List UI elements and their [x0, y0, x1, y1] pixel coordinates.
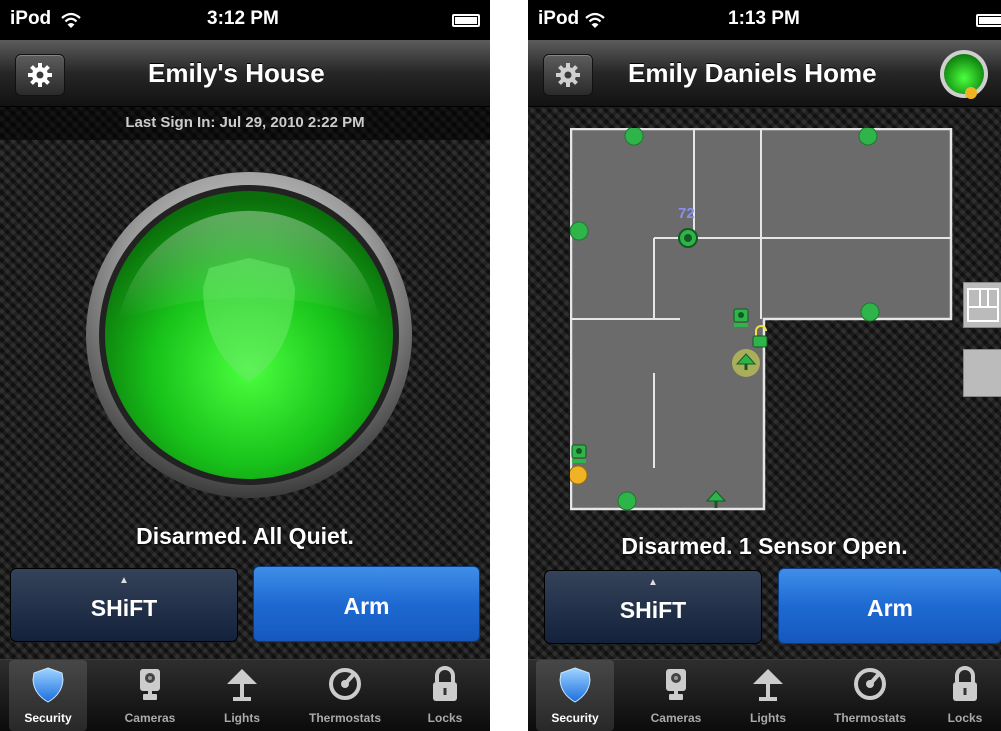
gear-icon [556, 63, 580, 87]
tab-label: Locks [947, 711, 983, 725]
zoom-view-button[interactable] [963, 349, 1001, 397]
tab-bar: Security Cameras Lights Thermostats Lock… [0, 659, 490, 731]
tab-bar: Security Cameras Lights Thermostats Lock… [528, 659, 1001, 731]
nav-bar: Emily Daniels Home [528, 40, 1001, 107]
tab-label: Security [551, 711, 599, 725]
open-sensor-icon[interactable] [570, 465, 588, 485]
shift-button[interactable]: ▲ SHiFT [10, 568, 238, 642]
thermostat-icon [329, 668, 361, 700]
camera-icon[interactable] [733, 308, 749, 327]
shift-button[interactable]: ▲ SHiFT [544, 570, 762, 644]
shield-icon [32, 667, 64, 703]
battery-icon [976, 14, 1001, 27]
security-status-button[interactable] [84, 170, 414, 500]
tab-label: Locks [427, 711, 463, 725]
camera-icon [140, 669, 160, 700]
left-phone-screen: iPod 3:12 PM Emily's House Last Sign In:… [0, 0, 490, 731]
right-phone-screen: iPod 1:13 PM Emily Daniels Home 72 Disar… [528, 0, 1001, 731]
status-bar: iPod 1:13 PM [528, 0, 1001, 40]
floor-plan-view-button[interactable] [963, 282, 1001, 328]
tab-thermostats[interactable]: Thermostats [816, 660, 924, 731]
wifi-icon [61, 12, 81, 28]
tab-lights[interactable]: Lights [730, 660, 806, 731]
status-time: 3:12 PM [207, 8, 279, 29]
sensor-icon[interactable] [617, 491, 637, 511]
carrier-label: iPod [538, 8, 580, 29]
nav-bar: Emily's House [0, 40, 490, 107]
temperature-label: 72 [678, 205, 695, 222]
page-title: Emily Daniels Home [628, 58, 877, 88]
tab-label: Lights [224, 711, 260, 725]
sensor-icon[interactable] [858, 128, 878, 146]
shift-label: SHiFT [90, 595, 158, 621]
tab-lights[interactable]: Lights [204, 660, 280, 731]
settings-button[interactable] [15, 54, 65, 96]
sensor-icon[interactable] [624, 128, 644, 146]
tab-label: Cameras [650, 711, 702, 725]
tab-thermostats[interactable]: Thermostats [290, 660, 400, 731]
tab-locks[interactable]: Locks [412, 660, 478, 731]
thermostat-icon[interactable] [678, 228, 698, 248]
battery-icon [452, 14, 480, 27]
tab-security[interactable]: Security [9, 660, 87, 731]
arm-button[interactable]: Arm [253, 566, 480, 642]
lamp-icon[interactable] [732, 349, 760, 377]
tab-security[interactable]: Security [536, 660, 614, 731]
tab-label: Lights [750, 711, 786, 725]
alert-dot-icon [965, 87, 977, 99]
gear-icon [28, 63, 52, 87]
lock-icon [433, 666, 457, 701]
sensor-icon[interactable] [570, 221, 589, 241]
caret-up-icon: ▲ [119, 575, 129, 586]
shift-label: SHiFT [619, 597, 687, 623]
tab-label: Security [24, 711, 72, 725]
status-bar: iPod 3:12 PM [0, 0, 490, 40]
last-sign-in-text: Last Sign In: Jul 29, 2010 2:22 PM [0, 106, 490, 140]
tab-cameras[interactable]: Cameras [110, 660, 190, 731]
arm-label: Arm [866, 595, 913, 621]
sensor-icon[interactable] [860, 302, 880, 322]
shield-icon [559, 667, 591, 703]
lamp-icon [753, 669, 783, 701]
tab-label: Thermostats [308, 711, 382, 725]
page-title: Emily's House [148, 58, 325, 88]
camera-icon [666, 669, 686, 700]
tab-cameras[interactable]: Cameras [636, 660, 716, 731]
status-message: Disarmed. All Quiet. [136, 523, 354, 549]
tab-label: Thermostats [833, 711, 907, 725]
arm-label: Arm [343, 593, 390, 619]
wifi-icon [585, 12, 605, 28]
status-message: Disarmed. 1 Sensor Open. [621, 533, 908, 559]
floor-plan-icon [967, 288, 999, 322]
thermostat-icon [854, 668, 886, 700]
status-time: 1:13 PM [728, 8, 800, 29]
caret-up-icon: ▲ [648, 577, 658, 588]
lock-icon [953, 666, 977, 701]
floor-plan-map[interactable] [570, 128, 953, 513]
arm-button[interactable]: Arm [778, 568, 1001, 644]
tab-locks[interactable]: Locks [932, 660, 998, 731]
tab-label: Cameras [124, 711, 176, 725]
camera-icon[interactable] [571, 444, 587, 463]
settings-button[interactable] [543, 54, 593, 96]
carrier-label: iPod [10, 8, 52, 29]
lamp-icon [227, 669, 257, 701]
status-indicator-button[interactable] [939, 49, 989, 103]
